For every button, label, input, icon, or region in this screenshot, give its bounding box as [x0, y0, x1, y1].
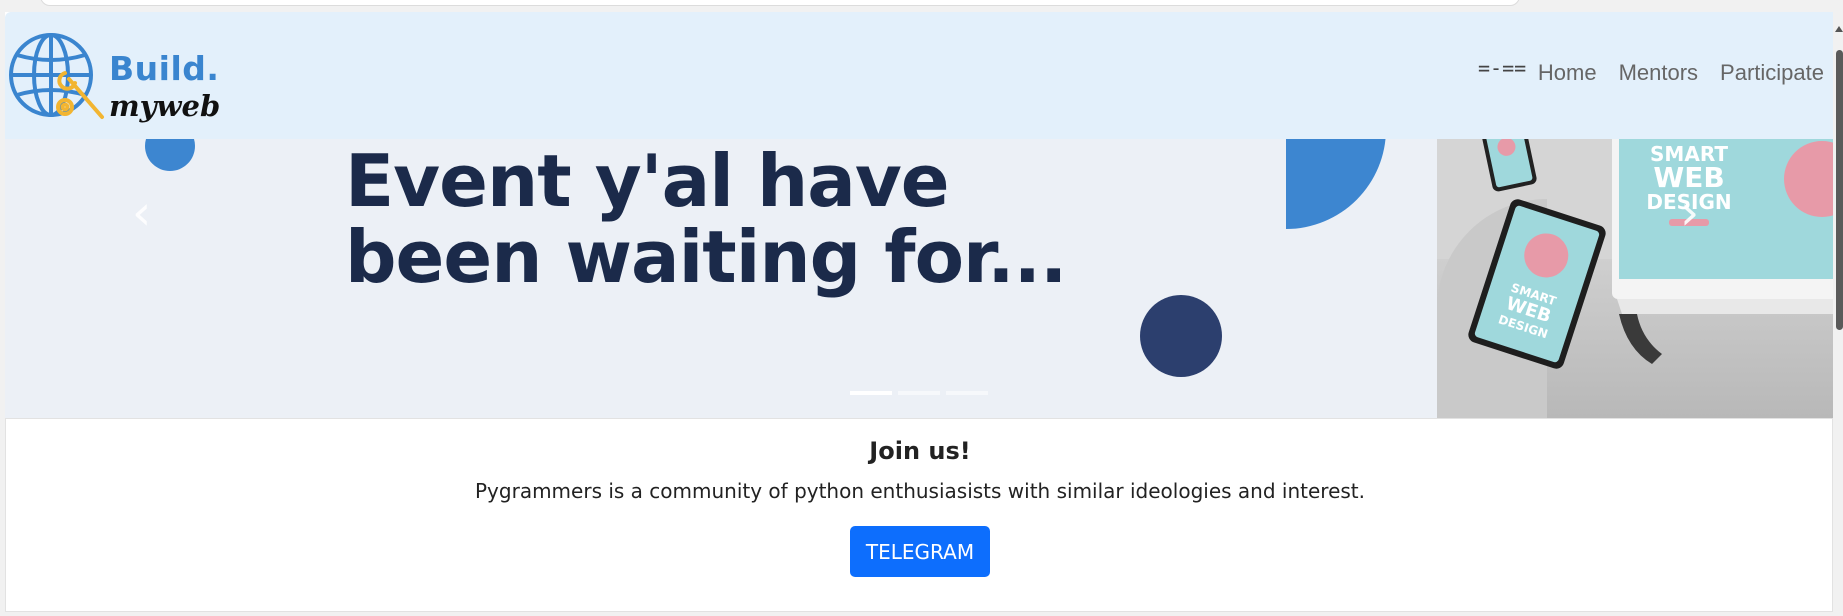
hero-carousel: Event y'al have been waiting for... SMAR…	[5, 139, 1833, 418]
decorative-half-circle	[1286, 139, 1386, 229]
carousel-indicator-3[interactable]	[946, 391, 988, 395]
devices-illustration: SMART WEB DESIGN SMART WEB DESIGN	[1468, 139, 1833, 369]
nav-link-home[interactable]: Home	[1538, 60, 1597, 86]
join-description: Pygrammers is a community of python enth…	[475, 479, 1365, 503]
browser-top-edge	[0, 0, 1843, 12]
nav-link-participate[interactable]: Participate	[1720, 60, 1824, 86]
join-title: Join us!	[869, 437, 971, 465]
nav-links: Home Mentors Participate	[1538, 60, 1833, 86]
nav-link-mentors[interactable]: Mentors	[1619, 60, 1698, 86]
navbar: Build. myweb =-== Home Mentors Participa…	[5, 12, 1833, 139]
page-viewport: Build. myweb =-== Home Mentors Participa…	[5, 12, 1833, 612]
hero-headline: Event y'al have been waiting for...	[345, 139, 1067, 299]
globe-wrench-icon	[9, 33, 104, 119]
navbar-toggle-button[interactable]: =-==	[1478, 56, 1526, 80]
scroll-up-arrow-icon[interactable]	[1835, 26, 1843, 32]
carousel-indicators	[850, 391, 994, 395]
decorative-blue-circle	[145, 139, 195, 171]
scrollbar-thumb[interactable]	[1836, 50, 1843, 330]
carousel-indicator-1[interactable]	[850, 391, 892, 395]
carousel-next-button[interactable]: ›	[1680, 185, 1699, 241]
chevron-right-icon: ›	[1680, 185, 1700, 241]
brand-logo[interactable]: Build. myweb	[7, 29, 227, 123]
carousel-indicator-2[interactable]	[898, 391, 940, 395]
hero-headline-line-2: been waiting for...	[345, 215, 1067, 299]
hero-headline-line-1: Event y'al have	[345, 139, 950, 223]
address-bar-edge[interactable]	[40, 0, 1520, 6]
telegram-button[interactable]: TELEGRAM	[850, 526, 990, 577]
brand-name-secondary: myweb	[109, 89, 221, 123]
chevron-left-icon: ‹	[132, 185, 152, 241]
carousel-prev-button[interactable]: ‹	[132, 185, 151, 241]
join-section: Join us! Pygrammers is a community of py…	[5, 418, 1833, 612]
hero-devices-image: SMART WEB DESIGN SMART WEB DESIGN	[1437, 139, 1833, 418]
decorative-navy-circle	[1140, 295, 1222, 377]
brand-name-primary: Build.	[109, 49, 220, 88]
